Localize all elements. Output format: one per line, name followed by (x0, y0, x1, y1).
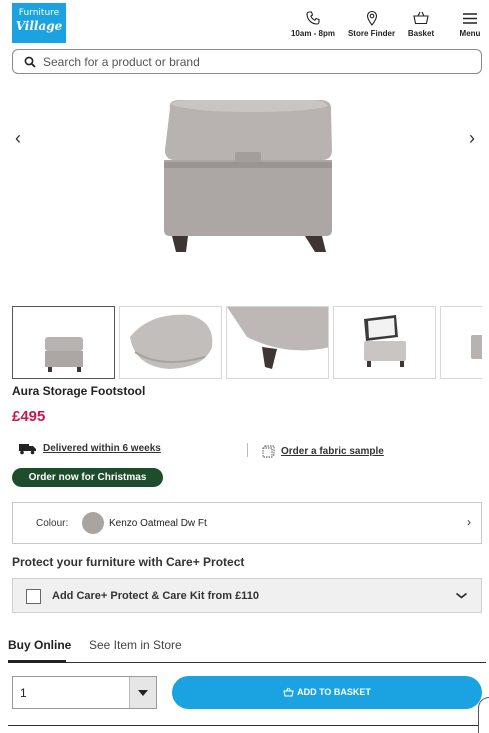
thumbnail-2[interactable] (119, 306, 222, 379)
care-protect-checkbox[interactable] (26, 589, 41, 604)
thumbnail-4[interactable] (333, 306, 436, 379)
main-product-image (150, 90, 345, 265)
tab-see-in-store[interactable]: See Item in Store (89, 638, 182, 652)
product-price: £495 (12, 408, 46, 425)
add-to-basket-button[interactable]: ADD TO BASKET (172, 676, 482, 709)
search-bar[interactable] (12, 49, 482, 74)
product-title: Aura Storage Footstool (12, 384, 146, 398)
thumbnail-strip (12, 306, 482, 380)
search-input[interactable] (43, 52, 463, 71)
fabric-swatch-icon (262, 445, 275, 458)
chevron-right-icon: › (467, 515, 471, 529)
site-header: Furniture Village 10am - 8pm Store Finde… (0, 0, 489, 46)
gallery-next-button[interactable]: › (469, 128, 475, 149)
logo-text-line2: Village (15, 19, 63, 33)
opening-hours-label: 10am - 8pm (290, 29, 336, 38)
add-to-basket-label: ADD TO BASKET (297, 687, 371, 697)
delivery-truck-icon (19, 444, 36, 455)
menu-label: Menu (459, 29, 481, 38)
furniture-village-logo[interactable]: Furniture Village (12, 3, 66, 43)
colour-value: Kenzo Oatmeal Dw Ft (109, 518, 207, 529)
colour-selector[interactable]: Colour: Kenzo Oatmeal Dw Ft › (12, 502, 482, 544)
basket-icon (413, 11, 429, 25)
chevron-right-icon: › (469, 128, 475, 148)
active-tab-indicator (8, 660, 66, 663)
protect-heading: Protect your furniture with Care+ Protec… (12, 555, 245, 569)
scroll-corner (478, 697, 489, 733)
thumbnail-5[interactable] (440, 306, 482, 379)
purchase-tabs: Buy Online See Item in Store (8, 634, 486, 663)
dropdown-arrow-icon[interactable] (129, 677, 156, 708)
opening-hours-link[interactable]: 10am - 8pm (288, 10, 338, 38)
basket-icon (283, 687, 294, 697)
quantity-select[interactable]: 1 (12, 676, 157, 709)
logo-text-line1: Furniture (18, 8, 60, 18)
delivery-text: Delivered within 6 weeks (43, 443, 161, 454)
store-finder-label: Store Finder (347, 29, 396, 38)
section-divider (8, 725, 478, 726)
christmas-badge: Order now for Christmas (12, 468, 163, 487)
location-pin-icon (366, 10, 377, 26)
care-protect-label: Add Care+ Protect & Care Kit from £110 (52, 590, 259, 602)
chevron-down-icon[interactable] (455, 591, 468, 600)
quantity-value: 1 (20, 686, 27, 700)
chevron-left-icon: ‹ (15, 128, 21, 148)
hamburger-menu-icon (463, 13, 477, 24)
thumbnail-3[interactable] (226, 306, 329, 379)
colour-label: Colour: (36, 518, 69, 529)
phone-icon (306, 11, 320, 25)
store-finder-link[interactable]: Store Finder (345, 10, 398, 38)
search-icon (24, 56, 36, 68)
gallery-prev-button[interactable]: ‹ (15, 128, 21, 149)
menu-button[interactable]: Menu (455, 10, 485, 38)
info-divider (247, 443, 248, 457)
thumbnail-1[interactable] (12, 306, 115, 379)
fabric-sample-text: Order a fabric sample (281, 446, 384, 457)
basket-link[interactable]: Basket (405, 10, 437, 38)
basket-label: Basket (407, 29, 435, 38)
care-protect-option[interactable]: Add Care+ Protect & Care Kit from £110 (12, 578, 482, 613)
colour-swatch (82, 512, 104, 534)
tab-buy-online[interactable]: Buy Online (8, 638, 71, 652)
